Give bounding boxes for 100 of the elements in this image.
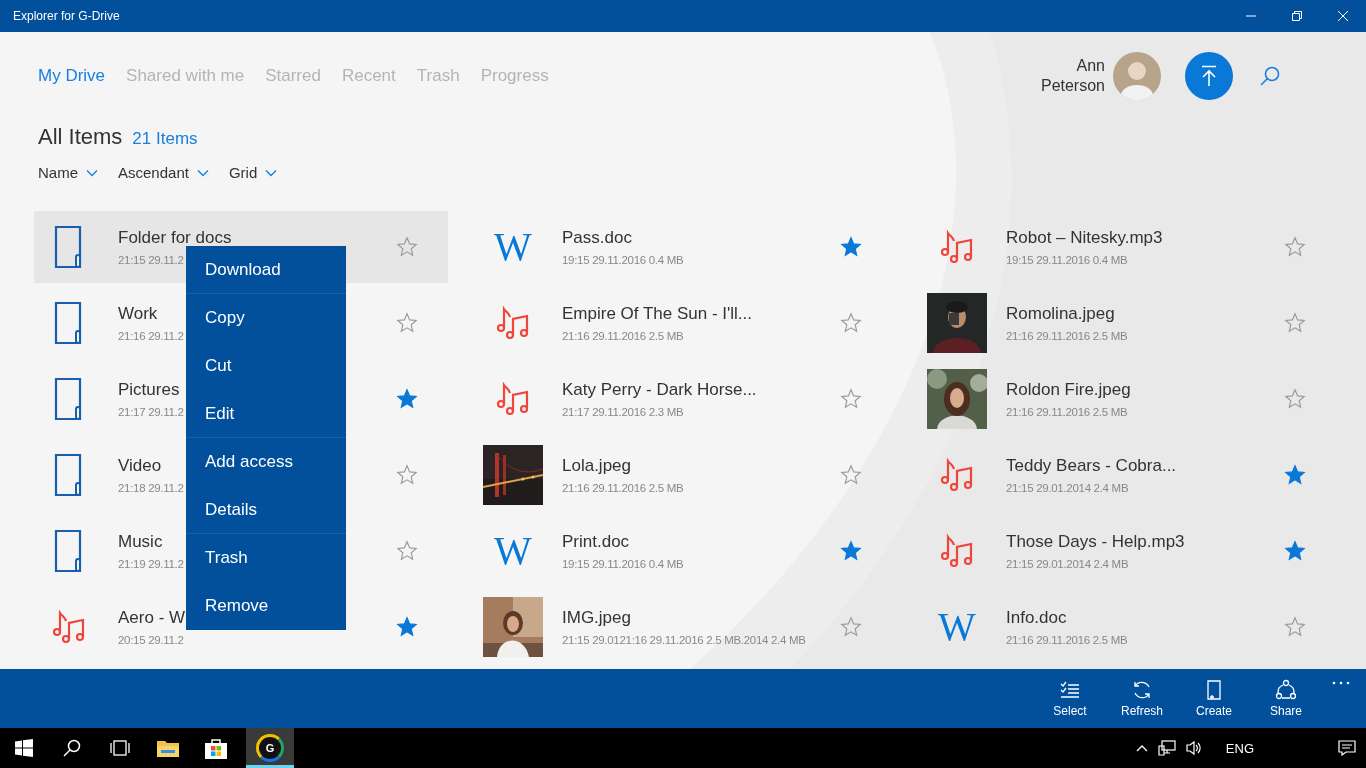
- chevron-up-icon[interactable]: [1135, 744, 1148, 752]
- search-icon: [1259, 65, 1281, 87]
- file-details: 21:15 29.0121:16 29.11.2016 2.5 MB.2014 2.4 MB: [562, 634, 806, 646]
- word-document-icon: W: [938, 607, 976, 647]
- star-icon[interactable]: [396, 236, 418, 258]
- sort-dropdown[interactable]: Ascendant: [118, 164, 209, 181]
- file-details: 21:16 29.11.2016 2.5 MB: [1006, 330, 1128, 342]
- menu-item[interactable]: Remove: [186, 582, 346, 630]
- star-icon[interactable]: [396, 388, 418, 410]
- more-icon: [1332, 680, 1350, 685]
- file-details: 21:16 29.11.2: [118, 330, 184, 342]
- command-button[interactable]: Refresh: [1106, 679, 1178, 718]
- menu-item[interactable]: Download: [186, 246, 346, 294]
- star-icon[interactable]: [840, 312, 862, 334]
- volume-icon[interactable]: [1185, 740, 1202, 756]
- menu-item[interactable]: Edit: [186, 390, 346, 438]
- music-note-icon: [940, 458, 974, 492]
- user-name: Ann Peterson: [1039, 56, 1105, 96]
- word-document-icon: W: [494, 531, 532, 571]
- menu-item[interactable]: Trash: [186, 534, 346, 582]
- star-icon[interactable]: [396, 540, 418, 562]
- star-icon[interactable]: [840, 464, 862, 486]
- file-details: 19:15 29.11.2016 0.4 MB: [562, 254, 684, 266]
- file-details: 21:15 29.01.2014 2.4 MB: [1006, 558, 1129, 570]
- music-note-icon: [52, 610, 86, 644]
- command-button[interactable]: Select: [1034, 679, 1106, 718]
- menu-item[interactable]: Details: [186, 486, 346, 534]
- star-icon[interactable]: [396, 616, 418, 638]
- network-icon[interactable]: [1157, 740, 1176, 756]
- nav-tab[interactable]: My Drive: [38, 66, 106, 86]
- word-document-icon: W: [494, 227, 532, 267]
- star-icon[interactable]: [1284, 236, 1306, 258]
- item-count: 21 Items: [132, 129, 198, 149]
- file-details: 21:16 29.11.2016 2.5 MB: [1006, 634, 1128, 646]
- search-button[interactable]: [1258, 64, 1282, 88]
- file-name: Lola.jpeg: [562, 456, 631, 476]
- star-icon[interactable]: [840, 388, 862, 410]
- windows-logo-icon: [15, 739, 33, 757]
- star-icon[interactable]: [1284, 464, 1306, 486]
- star-icon[interactable]: [1284, 540, 1306, 562]
- star-icon[interactable]: [840, 236, 862, 258]
- file-name: Roldon Fire.jpeg: [1006, 380, 1131, 400]
- star-icon[interactable]: [396, 464, 418, 486]
- file-name: Teddy Bears - Cobra...: [1006, 456, 1177, 476]
- file-details: 21:15 29.01.2014 2.4 MB: [1006, 482, 1129, 494]
- folder-icon: [54, 301, 84, 345]
- file-details: 19:15 29.11.2016 0.4 MB: [1006, 254, 1128, 266]
- folder-icon: [54, 225, 84, 269]
- star-icon[interactable]: [1284, 616, 1306, 638]
- music-note-icon: [496, 306, 530, 340]
- command-button[interactable]: Share: [1250, 679, 1322, 718]
- file-name: Music: [118, 532, 163, 552]
- folder-icon: [54, 529, 84, 573]
- menu-item[interactable]: Add access: [186, 438, 346, 486]
- file-name: Info.doc: [1006, 608, 1067, 628]
- star-icon[interactable]: [396, 312, 418, 334]
- file-details: 21:17 29.11.2: [118, 406, 184, 418]
- menu-item[interactable]: Cut: [186, 342, 346, 390]
- notification-icon[interactable]: [1338, 740, 1356, 756]
- star-icon[interactable]: [840, 616, 862, 638]
- file-name: IMG.jpeg: [562, 608, 631, 628]
- chevron-down-icon: [86, 168, 98, 177]
- chevron-down-icon: [265, 168, 278, 177]
- file-details: 21:16 29.11.2016 2.5 MB: [562, 330, 684, 342]
- sort-dropdown[interactable]: Grid: [228, 164, 278, 181]
- file-details: 20:15 29.11.2: [118, 634, 184, 646]
- app-taskbar-button[interactable]: G: [246, 728, 294, 768]
- file-name: Pass.doc: [562, 228, 632, 248]
- star-icon[interactable]: [840, 540, 862, 562]
- file-name: Romolina.jpeg: [1006, 304, 1115, 324]
- file-name: Katy Perry - Dark Horse...: [562, 380, 757, 400]
- file-name: Pictures: [118, 380, 180, 400]
- checklist-icon: [1059, 679, 1081, 701]
- menu-item[interactable]: Copy: [186, 294, 346, 342]
- avatar-icon[interactable]: [1113, 52, 1161, 100]
- close-icon: [1337, 10, 1349, 22]
- file-details: 21:16 29.11.2016 2.5 MB: [1006, 406, 1128, 418]
- folder-icon: [54, 453, 84, 497]
- file-details: 19:15 29.11.2016 0.4 MB: [562, 558, 684, 570]
- language-indicator[interactable]: ENG: [1225, 740, 1254, 756]
- file-name: Empire Of The Sun - I'll...: [562, 304, 752, 324]
- star-icon[interactable]: [1284, 312, 1306, 334]
- file-details: 21:15 29.11.2: [118, 254, 184, 266]
- file-name: Robot – Nitesky.mp3: [1006, 228, 1163, 248]
- sort-dropdown[interactable]: Name: [38, 164, 98, 181]
- star-icon[interactable]: [1284, 388, 1306, 410]
- file-name: Those Days - Help.mp3: [1006, 532, 1185, 552]
- file-details: 21:19 29.11.2: [118, 558, 184, 570]
- music-note-icon: [496, 382, 530, 416]
- file-name: Print.doc: [562, 532, 630, 552]
- command-button[interactable]: Create: [1178, 679, 1250, 718]
- file-details: 21:17 29.11.2016 2.3 MB: [562, 406, 684, 418]
- file-details: 21:18 29.11.2: [118, 482, 184, 494]
- folder-icon: [54, 377, 84, 421]
- share-icon: [1275, 679, 1297, 701]
- upload-icon: [1199, 65, 1219, 87]
- file-name: Folder for docs: [118, 228, 232, 248]
- window-title: Explorer for G-Drive: [13, 9, 120, 23]
- music-note-icon: [940, 534, 974, 568]
- file-name: Work: [118, 304, 158, 324]
